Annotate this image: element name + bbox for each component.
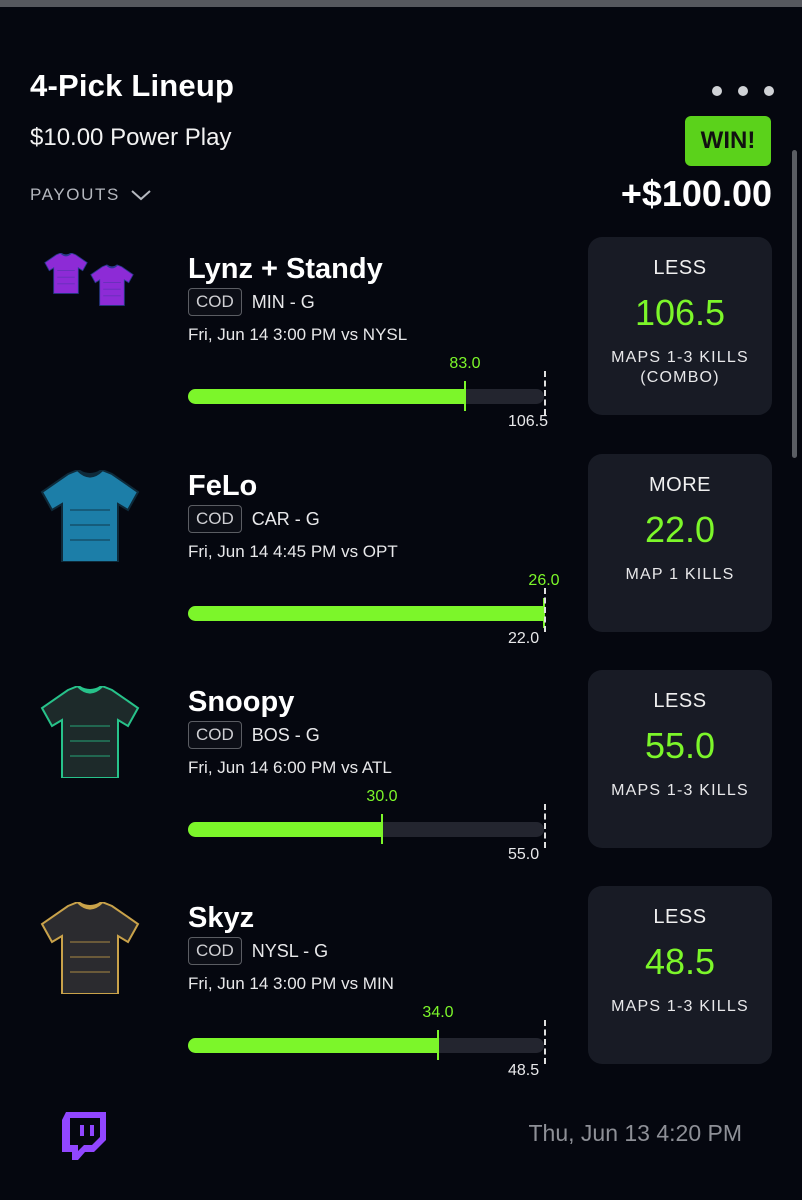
target-value: 106.5 bbox=[508, 413, 549, 430]
jersey-icon bbox=[40, 684, 140, 779]
stat-type: MAPS 1-3 KILLS bbox=[611, 998, 749, 1015]
progress-fill bbox=[188, 1038, 438, 1053]
player-name: Snoopy bbox=[188, 686, 295, 718]
actual-value: 83.0 bbox=[449, 355, 481, 372]
stat-type: MAPS 1-3 KILLS (COMBO) bbox=[611, 349, 749, 386]
target-line bbox=[544, 371, 546, 415]
player-meta: COD BOS - G bbox=[188, 721, 320, 749]
target-value: 55.0 bbox=[508, 846, 540, 863]
actual-value: 30.0 bbox=[366, 788, 398, 805]
pick-direction: LESS bbox=[653, 906, 707, 928]
game-time: Fri, Jun 14 3:00 PM vs NYSL bbox=[188, 325, 408, 344]
target-line bbox=[544, 588, 546, 632]
league-badge: COD bbox=[188, 721, 242, 749]
win-badge: WIN! bbox=[685, 116, 771, 166]
team-position: MIN - G bbox=[251, 291, 315, 312]
progress-fill bbox=[188, 389, 465, 404]
league-badge: COD bbox=[188, 937, 242, 965]
game-time: Fri, Jun 14 3:00 PM vs MIN bbox=[188, 974, 394, 993]
pick-direction: MORE bbox=[649, 474, 711, 496]
jersey-icon bbox=[40, 252, 140, 345]
projection-line: 106.5 bbox=[634, 292, 726, 333]
progress-track: 83.0 bbox=[188, 355, 544, 411]
projection-card[interactable]: LESS 55.0 MAPS 1-3 KILLS bbox=[588, 670, 772, 848]
actual-marker bbox=[464, 381, 466, 411]
pick-row: FeLo COD CAR - G Fri, Jun 14 4:45 PM vs … bbox=[0, 454, 802, 650]
progress-fill bbox=[188, 822, 382, 837]
player-name: Lynz + Standy bbox=[188, 253, 383, 285]
projection-line: 22.0 bbox=[644, 509, 716, 550]
payout-amount: +$100.00 bbox=[620, 173, 772, 214]
projection-card[interactable]: LESS 48.5 MAPS 1-3 KILLS bbox=[588, 886, 772, 1064]
actual-value: 34.0 bbox=[422, 1004, 454, 1021]
stat-type: MAPS 1-3 KILLS bbox=[611, 782, 749, 799]
player-name: FeLo bbox=[188, 470, 258, 502]
dot-icon bbox=[712, 86, 722, 96]
target-value: 22.0 bbox=[508, 630, 540, 647]
progress-track: 30.0 bbox=[188, 788, 544, 844]
league-badge: COD bbox=[188, 505, 242, 533]
progress-fill bbox=[188, 606, 544, 621]
progress-track: 26.0 bbox=[188, 572, 560, 628]
entry-timestamp: Thu, Jun 13 4:20 PM bbox=[528, 1120, 742, 1146]
pick-row: Skyz COD NYSL - G Fri, Jun 14 3:00 PM vs… bbox=[0, 886, 802, 1082]
projection-card[interactable]: MORE 22.0 MAP 1 KILLS bbox=[588, 454, 772, 632]
actual-marker bbox=[381, 814, 383, 844]
target-value: 48.5 bbox=[508, 1062, 540, 1079]
league-badge: COD bbox=[188, 288, 242, 316]
player-meta: COD NYSL - G bbox=[188, 937, 328, 965]
dot-icon bbox=[764, 86, 774, 96]
target-line bbox=[544, 1020, 546, 1064]
pick-direction: LESS bbox=[653, 257, 707, 279]
page-title: 4-Pick Lineup bbox=[30, 68, 235, 103]
chevron-down-icon bbox=[131, 190, 151, 201]
team-position: BOS - G bbox=[251, 724, 320, 745]
dot-icon bbox=[738, 86, 748, 96]
team-position: CAR - G bbox=[251, 508, 320, 529]
pick-direction: LESS bbox=[653, 690, 707, 712]
projection-line: 55.0 bbox=[644, 725, 716, 766]
lineup-subtitle: $10.00 Power Play bbox=[30, 124, 232, 151]
player-meta: COD MIN - G bbox=[188, 288, 315, 316]
player-meta: COD CAR - G bbox=[188, 505, 320, 533]
payouts-label: PAYOUTS bbox=[30, 185, 120, 204]
pick-row: Snoopy COD BOS - G Fri, Jun 14 6:00 PM v… bbox=[0, 670, 802, 866]
payouts-toggle[interactable]: PAYOUTS bbox=[30, 185, 152, 205]
actual-marker bbox=[437, 1030, 439, 1060]
team-position: NYSL - G bbox=[251, 940, 329, 961]
pick-row: Lynz + Standy COD MIN - G Fri, Jun 14 3:… bbox=[0, 237, 802, 433]
projection-line: 48.5 bbox=[644, 941, 716, 982]
game-time: Fri, Jun 14 6:00 PM vs ATL bbox=[188, 758, 392, 777]
jersey-icon bbox=[40, 900, 140, 995]
player-name: Skyz bbox=[188, 902, 255, 934]
game-time: Fri, Jun 14 4:45 PM vs OPT bbox=[188, 542, 398, 561]
jersey-icon bbox=[40, 468, 140, 563]
stat-type: MAP 1 KILLS bbox=[625, 566, 735, 583]
projection-card[interactable]: LESS 106.5 MAPS 1-3 KILLS (COMBO) bbox=[588, 237, 772, 415]
progress-track: 34.0 bbox=[188, 1004, 544, 1060]
target-line bbox=[544, 804, 546, 848]
top-divider bbox=[0, 0, 802, 7]
more-options-button[interactable] bbox=[712, 80, 774, 102]
twitch-icon[interactable] bbox=[60, 1110, 108, 1162]
